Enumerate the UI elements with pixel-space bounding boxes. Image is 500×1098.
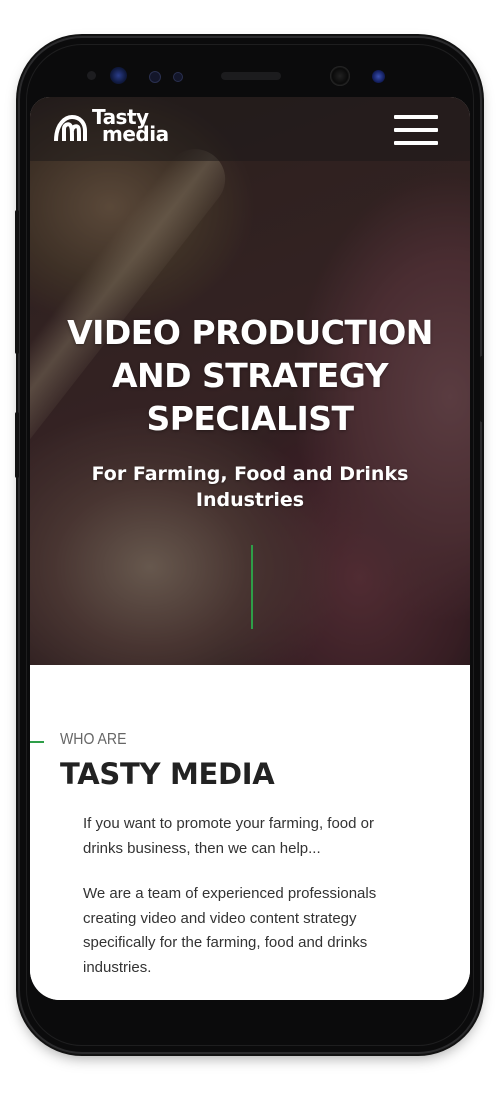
light-sensor-icon [173, 72, 183, 82]
bixby-button-left [15, 412, 19, 478]
iris-scanner-icon [110, 67, 127, 84]
volume-button-left [15, 210, 19, 354]
earpiece-speaker [221, 72, 281, 80]
about-section: WHO ARE TASTY MEDIA If you want to promo… [30, 665, 470, 1000]
scroll-indicator-line [251, 545, 253, 629]
section-eyebrow: WHO ARE [60, 731, 127, 748]
phone-screen: Tasty media VIDEO PRODUCTION AND STRATEG… [30, 97, 470, 1000]
iris-sensor-icon [87, 71, 96, 80]
hero-subtitle: For Farming, Food and Drinks Industries [91, 463, 409, 511]
hero-section: Tasty media VIDEO PRODUCTION AND STRATEG… [30, 97, 470, 665]
section-title: TASTY MEDIA [60, 757, 275, 791]
power-button-right [480, 356, 484, 422]
hero-title: VIDEO PRODUCTION AND STRATEGY SPECIALIST [67, 313, 433, 438]
front-camera-icon [330, 66, 350, 86]
site-header: Tasty media [30, 97, 470, 161]
intro-paragraph: If you want to promote your farming, foo… [83, 815, 374, 857]
logo-mark-icon [54, 114, 87, 142]
logo-text-media: media [102, 122, 169, 146]
camera-lens-icon [372, 70, 385, 83]
team-paragraph: We are a team of experienced professiona… [83, 885, 377, 976]
hamburger-menu-icon[interactable] [394, 115, 438, 145]
proximity-sensor-icon [149, 71, 161, 83]
tasty-media-logo[interactable]: Tasty media [52, 107, 182, 149]
section-accent-dash [30, 741, 44, 743]
